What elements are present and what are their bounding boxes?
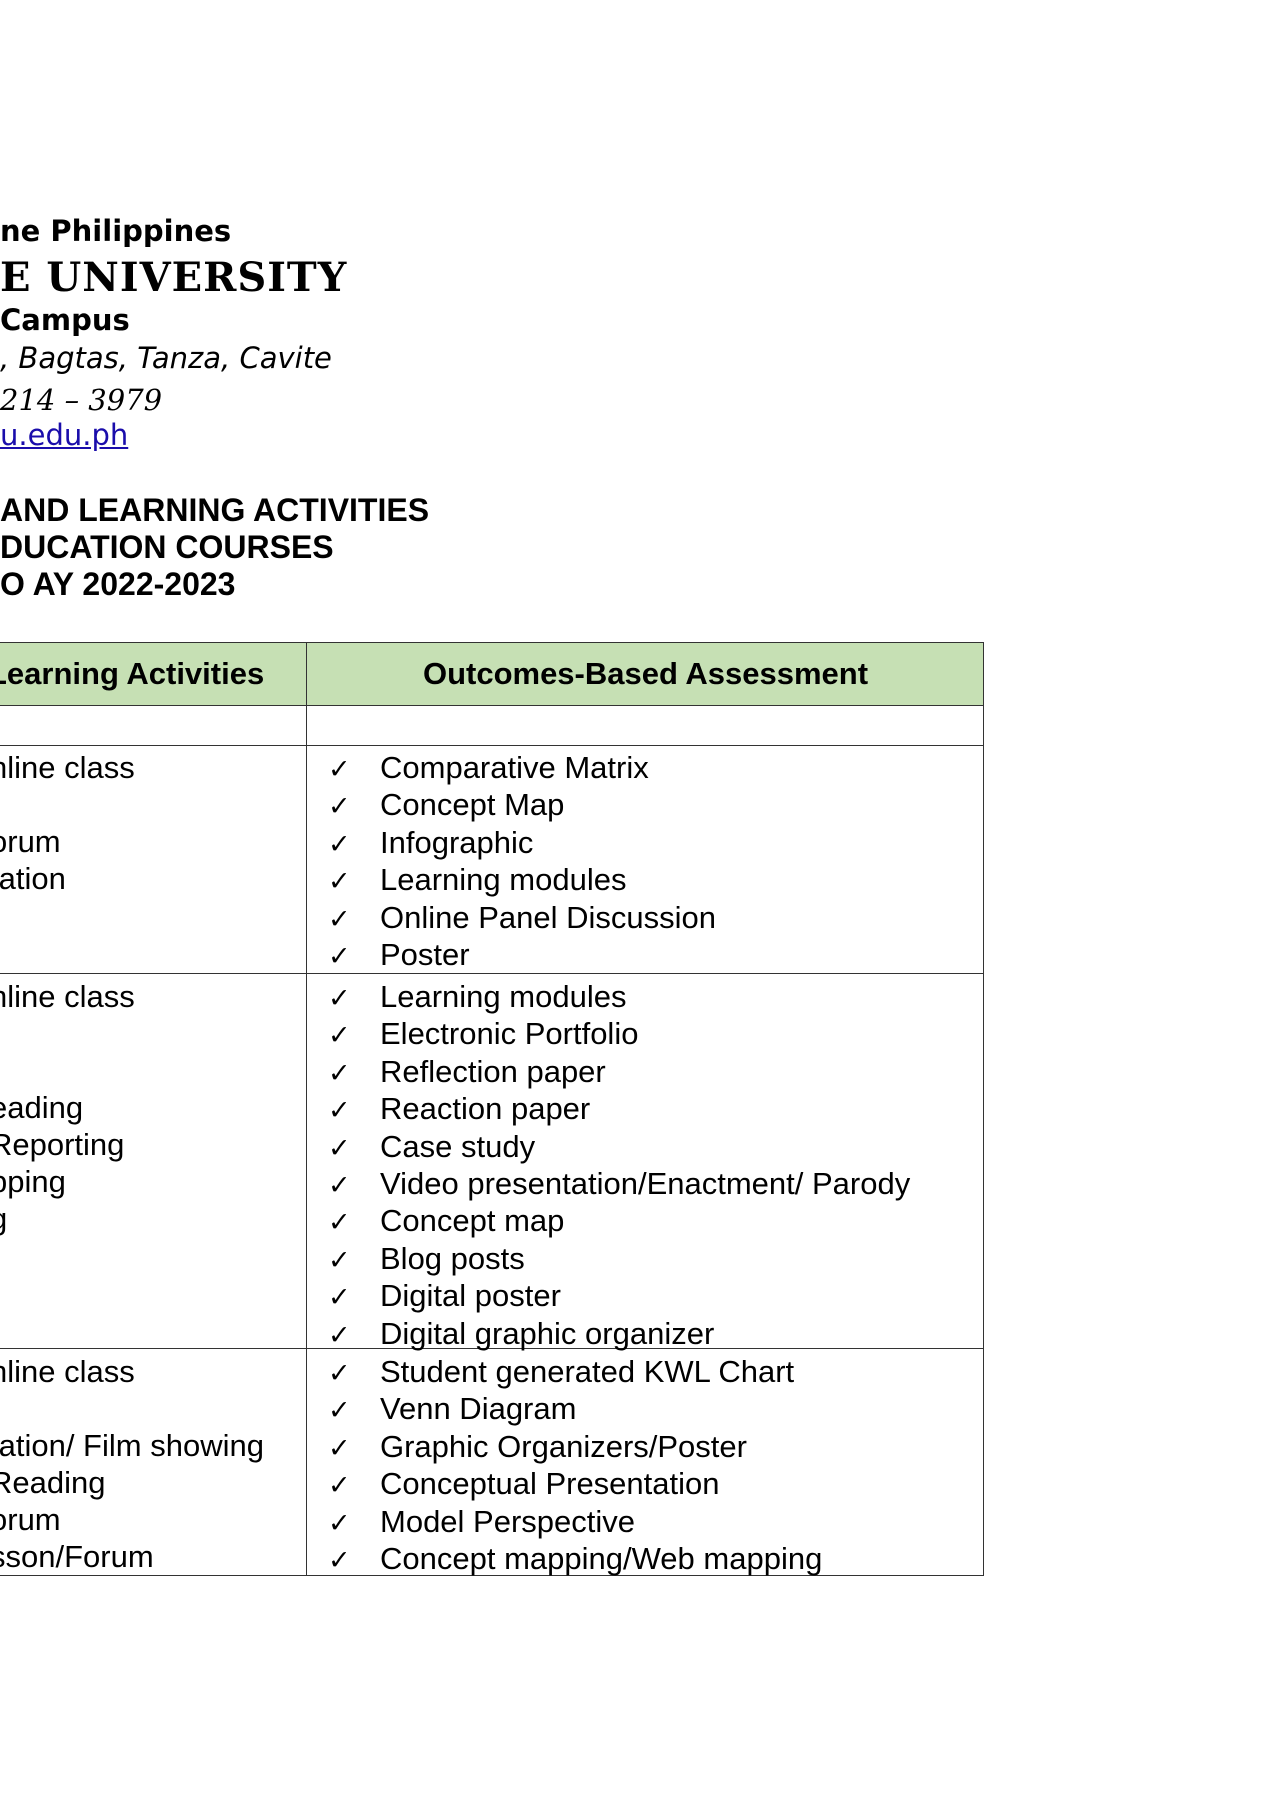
phone-number: 214 – 3979 <box>0 383 163 417</box>
check-icon: ✓ <box>328 1095 351 1127</box>
activity-item: sson/Forum <box>0 1539 154 1574</box>
list-item: ✓ Learning modules <box>328 861 978 898</box>
activities-assessment-table: Learning Activities Outcomes-Based Asses… <box>0 642 984 1576</box>
activity-item: orum <box>0 1502 61 1537</box>
list-item: ✓ Concept Map <box>328 786 978 823</box>
check-icon: ✓ <box>328 828 351 860</box>
check-icon: ✓ <box>328 1020 351 1052</box>
check-icon: ✓ <box>328 1169 351 1201</box>
check-icon: ✓ <box>328 1207 351 1239</box>
row-3-activities: nline class tation/ Film showing Reading… <box>0 1353 300 1575</box>
list-item: ✓ Model Perspective <box>328 1503 978 1540</box>
activity-item: orum <box>0 824 61 859</box>
list-item: ✓ Case study <box>328 1128 978 1165</box>
check-icon: ✓ <box>328 1132 351 1164</box>
check-icon: ✓ <box>328 1507 351 1539</box>
check-icon: ✓ <box>328 1432 351 1464</box>
activity-item <box>0 1390 290 1427</box>
activity-item: nline class <box>0 1354 135 1389</box>
check-icon: ✓ <box>328 754 351 785</box>
list-item: ✓ Blog posts <box>328 1240 978 1277</box>
activity-item: Reading <box>0 1465 106 1500</box>
check-icon: ✓ <box>328 1544 351 1576</box>
column-divider <box>306 643 307 1575</box>
check-icon: ✓ <box>328 1358 351 1389</box>
list-item: ✓ Reflection paper <box>328 1053 978 1090</box>
list-item: ✓ Reaction paper <box>328 1090 978 1127</box>
list-item: ✓ Student generated KWL Chart <box>328 1353 978 1390</box>
activity-item <box>0 1052 290 1089</box>
header-outcomes-based-assessment: Outcomes-Based Assessment <box>422 656 869 691</box>
activity-item <box>0 786 290 823</box>
activity-item: Reporting <box>0 1127 125 1162</box>
header-learning-activities: Learning Activities <box>0 656 265 691</box>
activity-item: pping <box>0 1164 66 1199</box>
list-item: ✓ Digital graphic organizer <box>328 1315 978 1352</box>
list-item: ✓ Electronic Portfolio <box>328 1015 978 1052</box>
activity-item <box>0 1015 290 1052</box>
document-title-line-2: DUCATION COURSES <box>0 529 334 565</box>
row-1-activities: nline class orum tation <box>0 749 300 897</box>
document-title-line-3: O AY 2022-2023 <box>0 566 236 602</box>
list-item: ✓ Digital poster <box>328 1277 978 1314</box>
list-item: ✓ Video presentation/Enactment/ Parody <box>328 1165 978 1202</box>
list-item: ✓ Conceptual Presentation <box>328 1465 978 1502</box>
row-3-assessments: ✓ Student generated KWL Chart ✓ Venn Diagr… <box>328 1353 978 1577</box>
check-icon: ✓ <box>328 791 351 823</box>
list-item: ✓ Concept mapping/Web mapping <box>328 1540 978 1577</box>
check-icon: ✓ <box>328 1282 351 1314</box>
website-link[interactable]: u.edu.ph <box>0 418 128 452</box>
activity-item: nline class <box>0 750 135 785</box>
check-icon: ✓ <box>328 1244 351 1276</box>
check-icon: ✓ <box>328 1057 351 1089</box>
check-icon: ✓ <box>328 1395 351 1427</box>
list-item: ✓ Comparative Matrix <box>328 749 978 786</box>
list-item: ✓ Concept map <box>328 1202 978 1239</box>
campus-name: Campus <box>0 303 130 337</box>
campus-address: , Bagtas, Tanza, Cavite <box>0 341 332 375</box>
list-item: ✓ Graphic Organizers/Poster <box>328 1428 978 1465</box>
activity-item: tation <box>0 861 66 896</box>
document-title-line-1: AND LEARNING ACTIVITIES <box>0 492 430 528</box>
list-item: ✓ Online Panel Discussion <box>328 899 978 936</box>
list-item: ✓ Venn Diagram <box>328 1390 978 1427</box>
activity-item: tation/ Film showing <box>0 1428 264 1463</box>
row-divider <box>0 745 983 746</box>
check-icon: ✓ <box>328 940 351 972</box>
list-item: ✓ Learning modules <box>328 978 978 1015</box>
row-2-activities: nline class eading Reporting pping g <box>0 978 300 1237</box>
activity-item: g <box>0 1200 290 1237</box>
check-icon: ✓ <box>328 1470 351 1502</box>
row-2-assessments: ✓ Learning modules ✓ Electronic Portfolio … <box>328 978 978 1352</box>
list-item: ✓ Infographic <box>328 824 978 861</box>
activity-item: eading <box>0 1090 84 1125</box>
list-item: ✓ Poster <box>328 936 978 973</box>
check-icon: ✓ <box>328 903 351 935</box>
row-1-assessments: ✓ Comparative Matrix ✓ Concept Map ✓ Infogr… <box>328 749 978 973</box>
check-icon: ✓ <box>328 866 351 898</box>
activity-item: nline class <box>0 979 135 1014</box>
university-name: E UNIVERSITY <box>0 254 348 301</box>
check-icon: ✓ <box>328 983 351 1014</box>
country-line: ne Philippines <box>0 214 232 248</box>
check-icon: ✓ <box>328 1319 351 1351</box>
